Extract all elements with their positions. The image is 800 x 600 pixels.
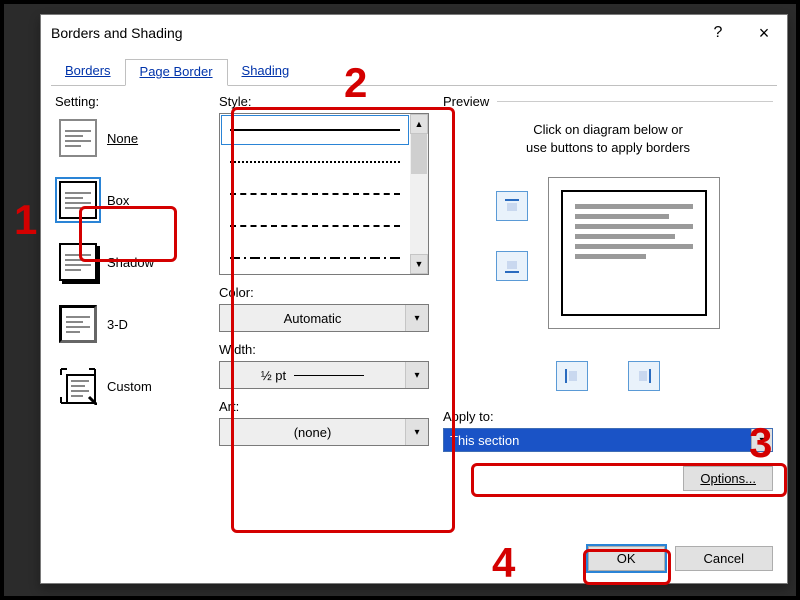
setting-3d-icon (59, 305, 97, 343)
chevron-down-icon[interactable]: ▾ (751, 429, 772, 451)
setting-panel: Setting: None Box (55, 94, 205, 534)
chevron-down-icon[interactable]: ▾ (405, 305, 428, 331)
preview-label: Preview (443, 94, 489, 109)
setting-3d-label: 3-D (107, 317, 128, 332)
tabstrip: Borders Page Border Shading (41, 51, 787, 86)
color-label: Color: (219, 285, 429, 300)
width-label: Width: (219, 342, 429, 357)
setting-none-label: None (107, 131, 138, 146)
style-label: Style: (219, 94, 429, 109)
art-label: Art: (219, 399, 429, 414)
setting-custom-icon (59, 367, 97, 405)
titlebar: Borders and Shading ? × (41, 15, 787, 51)
setting-custom-label: Custom (107, 379, 152, 394)
tab-page-border[interactable]: Page Border (125, 59, 228, 86)
setting-shadow[interactable]: Shadow (55, 237, 205, 287)
setting-box-icon (59, 181, 97, 219)
scroll-up-icon[interactable]: ▲ (410, 114, 428, 134)
style-scrollbar[interactable]: ▲ ▼ (410, 114, 428, 274)
ok-button-label: OK (617, 551, 636, 566)
setting-shadow-label: Shadow (107, 255, 154, 270)
apply-to-value: This section (444, 429, 751, 451)
dialog-title: Borders and Shading (41, 25, 695, 41)
border-right-button[interactable] (628, 361, 660, 391)
options-button-label: Options... (700, 471, 756, 486)
border-top-button[interactable] (496, 191, 528, 221)
color-combo[interactable]: Automatic ▾ (219, 304, 429, 332)
setting-shadow-icon (59, 243, 97, 281)
annotation-number-1: 1 (14, 196, 37, 244)
width-value: ½ pt (220, 362, 405, 388)
setting-none-icon (59, 119, 97, 157)
setting-box[interactable]: Box (55, 175, 205, 225)
style-listbox[interactable]: ▲ ▼ (219, 113, 429, 275)
dialog-footer: OK Cancel (41, 542, 787, 583)
chevron-down-icon[interactable]: ▾ (405, 362, 428, 388)
setting-label: Setting: (55, 94, 205, 109)
setting-box-label: Box (107, 193, 129, 208)
help-button[interactable]: ? (695, 17, 741, 49)
apply-to-combo[interactable]: This section ▾ (443, 428, 773, 452)
page-preview[interactable] (548, 177, 720, 329)
cancel-button[interactable]: Cancel (675, 546, 773, 571)
color-value: Automatic (220, 305, 405, 331)
preview-panel: Preview Click on diagram below or use bu… (443, 94, 773, 534)
cancel-button-label: Cancel (704, 551, 744, 566)
setting-none[interactable]: None (55, 113, 205, 163)
border-bottom-button[interactable] (496, 251, 528, 281)
art-value: (none) (220, 419, 405, 445)
tab-borders-label: Borders (65, 63, 111, 78)
options-button[interactable]: Options... (683, 466, 773, 491)
tab-shading[interactable]: Shading (228, 59, 304, 86)
style-panel: Style: ▲ ▼ (219, 94, 429, 534)
borders-and-shading-dialog: Borders and Shading ? × Borders Page Bor… (40, 14, 788, 584)
preview-hint: Click on diagram below or use buttons to… (451, 121, 765, 157)
setting-3d[interactable]: 3-D (55, 299, 205, 349)
apply-to-label: Apply to: (443, 409, 773, 424)
tab-page-border-label: Page Border (140, 64, 213, 79)
chevron-down-icon[interactable]: ▾ (405, 419, 428, 445)
ok-button[interactable]: OK (588, 546, 665, 571)
tab-borders[interactable]: Borders (51, 59, 125, 86)
scroll-down-icon[interactable]: ▼ (410, 254, 428, 274)
art-combo[interactable]: (none) ▾ (219, 418, 429, 446)
close-button[interactable]: × (741, 17, 787, 49)
width-combo[interactable]: ½ pt ▾ (219, 361, 429, 389)
setting-custom[interactable]: Custom (55, 361, 205, 411)
tab-shading-label: Shading (242, 63, 290, 78)
border-left-button[interactable] (556, 361, 588, 391)
